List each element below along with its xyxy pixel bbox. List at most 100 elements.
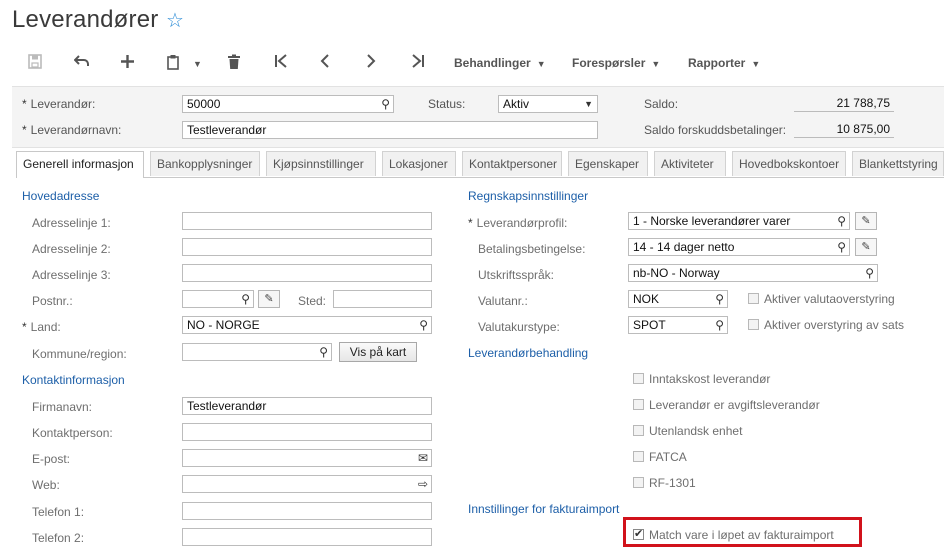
match-item-label: Match vare i løpet av fakturaimport [649, 528, 834, 542]
previous-record-icon[interactable] [320, 54, 330, 71]
country-label: * Land: [22, 320, 61, 334]
address-line1-input[interactable] [182, 212, 432, 230]
currency-override-checkbox[interactable] [748, 293, 759, 304]
email-input[interactable]: ✉ [182, 449, 432, 467]
match-item-checkbox[interactable] [633, 527, 644, 540]
vendor-label: * Leverandør: [22, 97, 96, 111]
currency-label: Valutanr.: [478, 294, 528, 308]
country-input[interactable]: NO - NORGE ⚲ [182, 316, 432, 334]
search-icon[interactable]: ⚲ [837, 239, 846, 255]
phone2-input[interactable] [182, 528, 432, 546]
status-select[interactable]: Aktiv ▼ [498, 95, 598, 113]
tab-locations[interactable]: Lokasjoner [382, 151, 456, 176]
rate-override-checkbox[interactable] [748, 319, 759, 330]
menu-rapporter[interactable]: Rapporter ▼ [688, 56, 760, 70]
contact-person-label: Kontaktperson: [32, 426, 113, 440]
search-icon[interactable]: ⚲ [865, 265, 874, 281]
tab-gl-accounts[interactable]: Hovedbokskontoer [732, 151, 846, 176]
tab-bar: Generell informasjon Bankopplysninger Kj… [16, 151, 944, 178]
next-record-icon[interactable] [366, 54, 376, 71]
show-on-map-button[interactable]: Vis på kart [339, 342, 417, 362]
pencil-icon: ✎ [861, 215, 871, 227]
search-icon[interactable]: ⚲ [419, 317, 428, 333]
tab-form-control[interactable]: Blankettstyring [852, 151, 944, 176]
prepay-balance-label: Saldo forskuddsbetalinger: [644, 123, 787, 137]
vendor-profile-input[interactable]: 1 - Norske leverandører varer ⚲ [628, 212, 850, 230]
chevron-down-icon: ▼ [584, 99, 593, 109]
foreign-entity-label: Utenlandsk enhet [649, 424, 743, 438]
landed-cost-label: Inntakskost leverandør [649, 372, 771, 386]
rate-type-input[interactable]: SPOT ⚲ [628, 316, 728, 334]
favorite-star-icon[interactable]: ☆ [166, 8, 184, 33]
edit-payment-terms-button[interactable]: ✎ [855, 238, 877, 256]
contact-person-input[interactable] [182, 423, 432, 441]
copy-paste-icon[interactable] [166, 54, 180, 73]
search-icon[interactable]: ⚲ [837, 213, 846, 229]
phone1-input[interactable] [182, 502, 432, 520]
region-input[interactable]: ⚲ [182, 343, 332, 361]
rate-type-label: Valutakurstype: [478, 320, 560, 334]
vendor-name-label: * Leverandørnavn: [22, 123, 122, 137]
save-icon[interactable] [28, 54, 42, 72]
toolbar: ▼ Behandlinger ▼ Forespørsler ▼ Rapporter ▼ [0, 46, 944, 80]
last-record-icon[interactable] [411, 54, 425, 71]
vendor-handling-section-title: Leverandørbehandling [468, 346, 589, 360]
city-label: Sted: [298, 294, 327, 308]
city-input[interactable] [333, 290, 432, 308]
tax-agency-label: Leverandør er avgiftsleverandør [649, 398, 820, 412]
prepay-balance-value: 10 875,00 [794, 120, 894, 138]
currency-input[interactable]: NOK ⚲ [628, 290, 728, 308]
chevron-down-icon: ▼ [751, 59, 761, 69]
tab-purchase-settings[interactable]: Kjøpsinnstillinger [266, 151, 376, 176]
delete-icon[interactable] [227, 54, 241, 73]
search-icon[interactable]: ⚲ [381, 96, 390, 112]
company-name-input[interactable]: Testleverandør [182, 397, 432, 415]
pencil-icon: ✎ [861, 241, 871, 253]
tab-general[interactable]: Generell informasjon [16, 151, 144, 178]
foreign-entity-checkbox[interactable] [633, 425, 644, 436]
address-line3-label: Adresselinje 3: [32, 268, 111, 282]
menu-behandlinger[interactable]: Behandlinger ▼ [454, 56, 546, 70]
print-language-input[interactable]: nb-NO - Norway ⚲ [628, 264, 878, 282]
edit-postal-button[interactable]: ✎ [258, 290, 280, 308]
address-line2-input[interactable] [182, 238, 432, 256]
menu-foresporsler[interactable]: Forespørsler ▼ [572, 56, 660, 70]
address-line3-input[interactable] [182, 264, 432, 282]
search-icon[interactable]: ⚲ [715, 291, 724, 307]
balance-label: Saldo: [644, 97, 679, 111]
chevron-down-icon: ▼ [651, 59, 661, 69]
main-address-section-title: Hovedadresse [22, 189, 100, 203]
edit-vendor-profile-button[interactable]: ✎ [855, 212, 877, 230]
currency-override-label: Aktiver valutaoverstyring [764, 292, 895, 306]
company-name-label: Firmanavn: [32, 400, 93, 414]
phone2-label: Telefon 2: [32, 531, 85, 545]
web-input[interactable]: ⇨ [182, 475, 432, 493]
open-link-icon[interactable]: ⇨ [418, 476, 428, 492]
search-icon[interactable]: ⚲ [715, 317, 724, 333]
tax-agency-checkbox[interactable] [633, 399, 644, 410]
postal-code-input[interactable]: ⚲ [182, 290, 254, 308]
add-icon[interactable] [120, 54, 135, 72]
fatca-checkbox[interactable] [633, 451, 644, 462]
rf1301-label: RF-1301 [649, 476, 696, 490]
phone1-label: Telefon 1: [32, 505, 85, 519]
undo-icon[interactable] [73, 54, 90, 71]
tab-bank[interactable]: Bankopplysninger [150, 151, 260, 176]
fatca-label: FATCA [649, 450, 687, 464]
tab-activities[interactable]: Aktiviteter [654, 151, 726, 176]
landed-cost-checkbox[interactable] [633, 373, 644, 384]
rf1301-checkbox[interactable] [633, 477, 644, 488]
tab-contacts[interactable]: Kontaktpersoner [462, 151, 562, 176]
envelope-icon[interactable]: ✉ [418, 450, 428, 466]
tab-properties[interactable]: Egenskaper [568, 151, 648, 176]
search-icon[interactable]: ⚲ [241, 291, 250, 307]
address-line1-label: Adresselinje 1: [32, 216, 111, 230]
first-record-icon[interactable] [274, 54, 288, 71]
vendor-name-input[interactable]: Testleverandør [182, 121, 598, 139]
pencil-icon: ✎ [264, 293, 274, 305]
postal-code-label: Postnr.: [32, 294, 73, 308]
search-icon[interactable]: ⚲ [319, 344, 328, 360]
paste-dropdown-icon[interactable]: ▼ [193, 56, 202, 73]
vendor-id-input[interactable]: 50000 ⚲ [182, 95, 394, 113]
payment-terms-input[interactable]: 14 - 14 dager netto ⚲ [628, 238, 850, 256]
